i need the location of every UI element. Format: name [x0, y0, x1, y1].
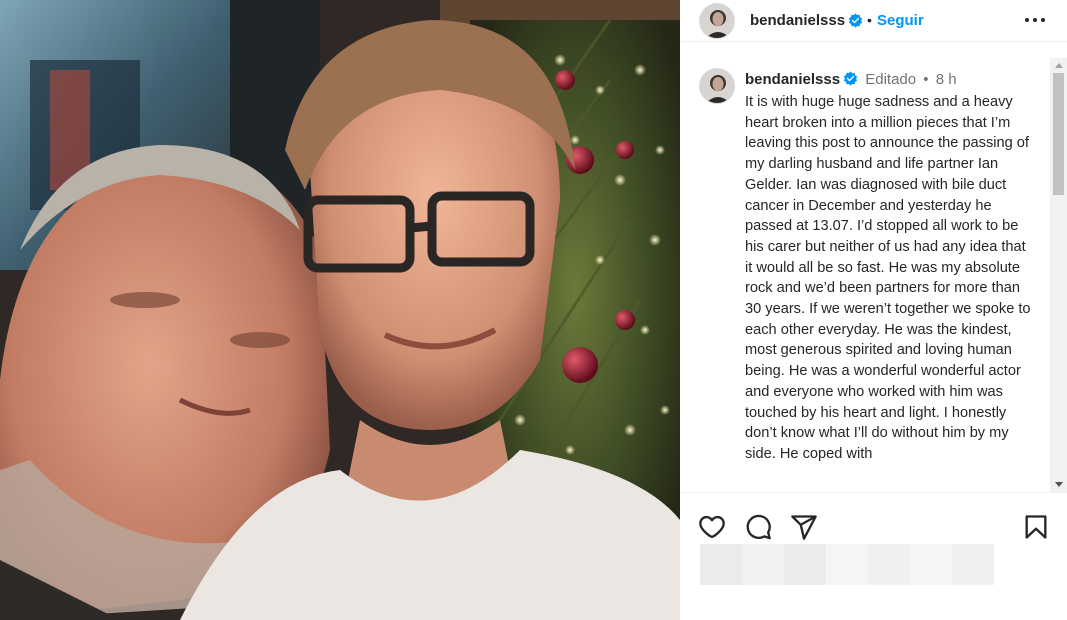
caption-scrollbar[interactable] — [1050, 58, 1067, 492]
placeholder-block — [784, 544, 826, 585]
post-timestamp[interactable]: 8 h — [936, 71, 957, 88]
verified-badge-icon — [843, 71, 858, 86]
scroll-down-arrow-icon[interactable] — [1055, 482, 1063, 487]
time-separator: • — [923, 71, 929, 88]
comment-icon[interactable] — [744, 513, 772, 541]
post-photo[interactable] — [0, 0, 680, 620]
verified-badge-icon — [848, 13, 863, 28]
follow-button[interactable]: Seguir — [877, 12, 924, 29]
placeholder-block — [952, 544, 994, 585]
caption-text: It is with huge huge sadness and a heavy… — [745, 94, 1031, 462]
placeholder-block — [742, 544, 784, 585]
edited-label: Editado — [865, 71, 917, 88]
caption-area[interactable]: bendanielsss Editado • 8 h It is with hu… — [680, 58, 1067, 492]
placeholder-block — [868, 544, 910, 585]
selfie-image — [0, 0, 680, 620]
profile-picture — [700, 69, 734, 103]
caption-header: bendanielsss Editado • 8 h — [745, 71, 957, 88]
likes-loading-placeholder — [700, 544, 994, 585]
bookmark-icon[interactable] — [1022, 513, 1050, 541]
header-separator: • — [867, 12, 872, 28]
heart-icon[interactable] — [698, 513, 726, 541]
profile-picture — [700, 4, 734, 38]
scrollbar-thumb[interactable] — [1053, 73, 1064, 195]
placeholder-block — [700, 544, 742, 585]
post-details-panel: bendanielsss • Seguir bendanielsss Edita… — [680, 0, 1067, 620]
placeholder-block — [910, 544, 952, 585]
post-header: bendanielsss • Seguir — [680, 0, 1067, 42]
more-options-icon[interactable] — [1023, 10, 1047, 30]
avatar[interactable] — [699, 3, 735, 39]
placeholder-block — [826, 544, 868, 585]
paper-plane-icon[interactable] — [790, 513, 818, 541]
scroll-up-arrow-icon[interactable] — [1055, 63, 1063, 68]
post-author-username[interactable]: bendanielsss — [750, 12, 845, 29]
caption-avatar[interactable] — [699, 68, 735, 104]
post-actions-bar — [680, 492, 1067, 620]
caption-username[interactable]: bendanielsss — [745, 71, 840, 88]
